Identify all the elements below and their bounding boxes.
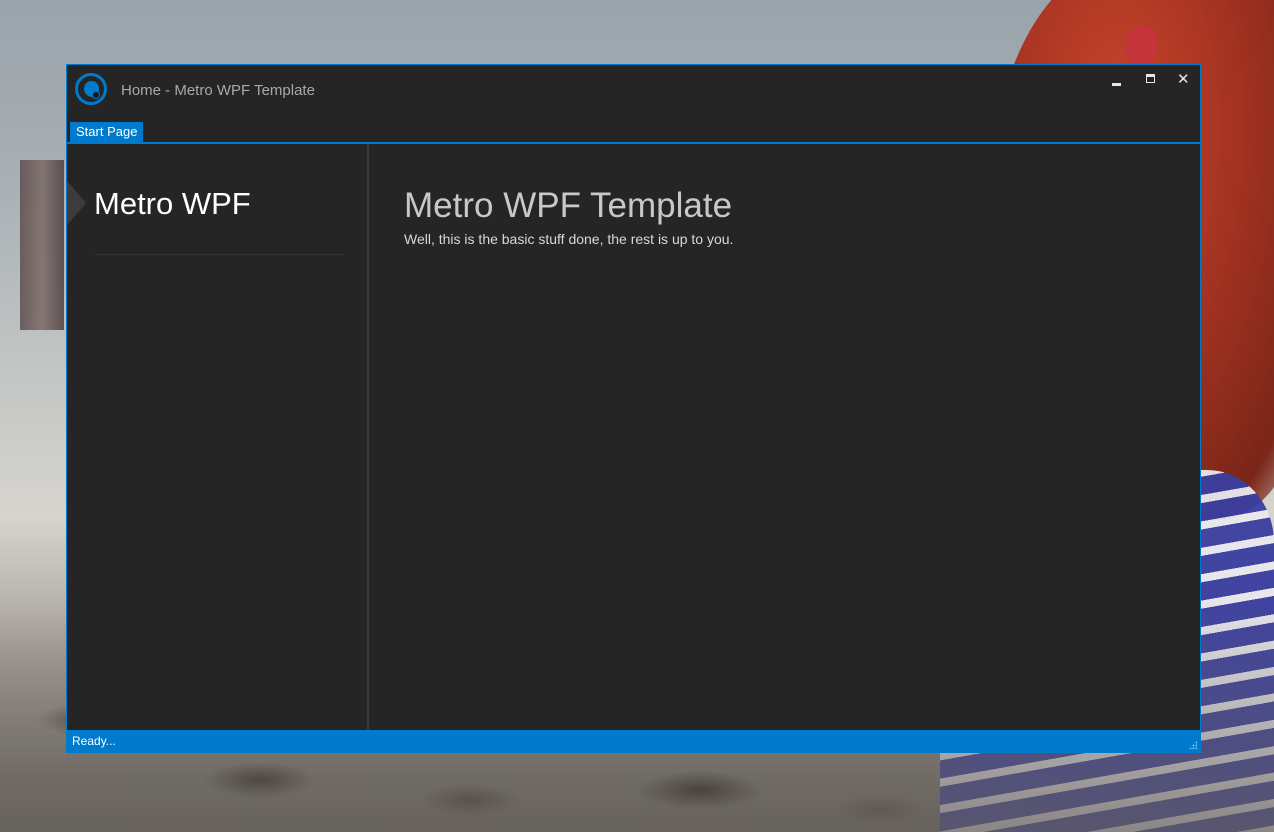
- resize-grip-icon[interactable]: [1189, 741, 1197, 749]
- page-title: Metro WPF Template: [404, 186, 733, 225]
- page-subtitle: Well, this is the basic stuff done, the …: [404, 231, 734, 247]
- tab-strip: Start Page: [67, 122, 1200, 144]
- app-logo-icon: [75, 73, 107, 105]
- window-title: Home - Metro WPF Template: [121, 82, 315, 99]
- maximize-button[interactable]: [1135, 69, 1165, 93]
- background-figure-ear: [1125, 26, 1157, 66]
- close-icon: ✕: [1177, 70, 1190, 88]
- sidebar: Metro WPF: [67, 144, 369, 730]
- close-button[interactable]: ✕: [1169, 69, 1199, 93]
- selection-arrow-icon: [67, 181, 86, 225]
- background-post: [20, 160, 64, 330]
- status-text: Ready...: [72, 734, 116, 748]
- maximize-icon: [1146, 74, 1155, 83]
- app-window: Home - Metro WPF Template ✕ Start Page M…: [66, 64, 1201, 753]
- minimize-icon: [1112, 83, 1121, 86]
- sidebar-divider: [94, 254, 344, 255]
- sidebar-heading[interactable]: Metro WPF: [94, 186, 251, 222]
- status-bar: Ready...: [67, 730, 1200, 752]
- minimize-button[interactable]: [1101, 69, 1131, 93]
- title-bar[interactable]: Home - Metro WPF Template ✕: [67, 65, 1200, 120]
- tab-start-page[interactable]: Start Page: [70, 122, 144, 142]
- main-content: Metro WPF Template Well, this is the bas…: [369, 144, 1200, 730]
